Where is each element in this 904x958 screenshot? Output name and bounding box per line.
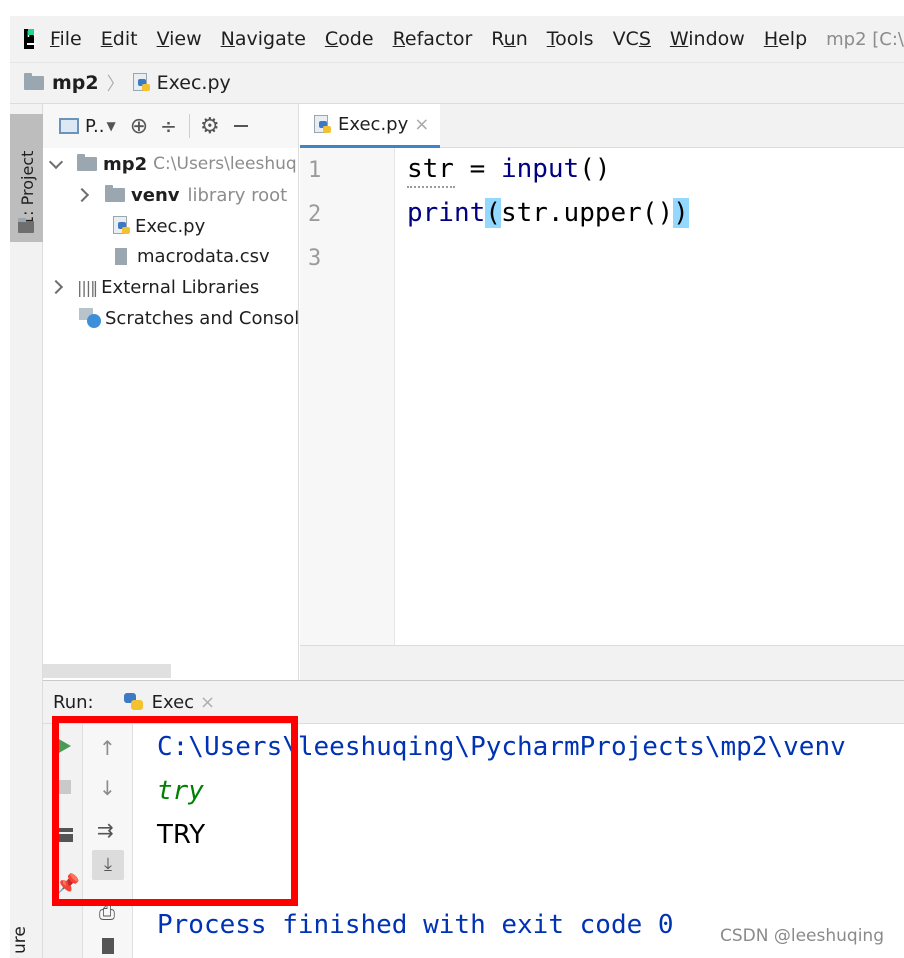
python-file-icon (314, 114, 332, 135)
tab-exec-label: Exec.py (338, 114, 409, 135)
run-label: Run: (53, 691, 94, 713)
collapse-all-icon[interactable]: ÷ (160, 114, 177, 138)
brace-match-open: ( (485, 198, 501, 228)
menu-code[interactable]: Code (325, 28, 374, 50)
folder-icon (105, 185, 125, 202)
pycharm-logo-icon: PC (24, 29, 39, 49)
tree-root-path: C:\Users\leeshuq (153, 154, 297, 174)
tree-file-exec: Exec.py (135, 215, 206, 237)
editor-tab-bar: Exec.py × (300, 104, 904, 148)
structure-tool-tab[interactable]: ure (10, 926, 30, 954)
run-config-name[interactable]: Exec (152, 692, 194, 713)
console-exit-message: Process finished with exit code 0 (157, 910, 674, 940)
chevron-right-icon[interactable] (48, 279, 64, 295)
project-horizontal-scrollbar[interactable] (43, 664, 171, 678)
close-icon[interactable]: × (200, 692, 215, 713)
line-number: 3 (308, 246, 322, 271)
tree-file-csv: macrodata.csv (137, 245, 270, 267)
tree-item-venv[interactable]: venv library root (74, 180, 288, 210)
tree-item-external-libraries[interactable]: |||‖ External Libraries (48, 272, 260, 302)
menu-help[interactable]: Help (764, 28, 807, 50)
chevron-right-icon[interactable] (74, 187, 90, 203)
menu-run[interactable]: Run (491, 28, 527, 50)
breadcrumb-project[interactable]: mp2 (52, 72, 99, 94)
python-file-icon (132, 73, 151, 93)
library-icon: |||‖ (77, 277, 98, 297)
chevron-down-icon[interactable] (48, 154, 64, 170)
watermark: CSDN @leeshuqing (720, 926, 884, 946)
tree-venv-note: library root (187, 184, 288, 206)
code-token-fn: print (407, 198, 486, 228)
tab-exec-py[interactable]: Exec.py × (300, 104, 440, 148)
text-file-icon (115, 247, 127, 265)
left-tool-strip: 1: Project (10, 104, 43, 958)
trash-icon[interactable] (102, 938, 114, 954)
project-view-select[interactable]: P.. (85, 116, 105, 137)
tree-external-libraries: External Libraries (101, 276, 260, 298)
dropdown-arrow-icon[interactable]: ▼ (107, 119, 116, 133)
tree-root-name: mp2 (103, 153, 148, 175)
close-icon[interactable]: × (414, 114, 429, 135)
window-title: mp2 [C:\ (826, 28, 904, 50)
code-line-2: print(str.upper()) (407, 198, 689, 228)
line-number: 2 (308, 202, 322, 227)
warning-squiggle (407, 184, 455, 188)
project-tab-label: 1: Project (18, 150, 37, 226)
annotation-highlight-box (52, 716, 298, 906)
brace-match-close: ) (673, 198, 689, 228)
python-icon (123, 692, 144, 712)
minimize-icon[interactable] (233, 125, 248, 127)
tree-item-csv[interactable]: macrodata.csv (115, 241, 270, 271)
menu-edit[interactable]: Edit (101, 28, 138, 50)
menu-vcs[interactable]: VCS (613, 28, 651, 50)
menu-file[interactable]: File (50, 28, 82, 50)
project-toolbar: P.. ▼ ⊕ ÷ ⚙ (43, 104, 298, 148)
tree-item-scratches[interactable]: Scratches and Consol (79, 303, 299, 333)
locate-icon[interactable]: ⊕ (130, 114, 148, 139)
project-view-icon (59, 118, 79, 134)
project-tool-tab[interactable]: 1: Project (10, 114, 43, 242)
python-file-icon (113, 216, 131, 236)
menu-tools[interactable]: Tools (547, 28, 594, 50)
code-line-1: str = input() (407, 154, 611, 184)
gear-icon[interactable]: ⚙ (200, 114, 220, 139)
menu-refactor[interactable]: Refactor (393, 28, 473, 50)
editor-bottom-bar (300, 645, 904, 680)
folder-icon (77, 154, 97, 171)
code-token-args: () (579, 154, 611, 184)
folder-icon (24, 73, 44, 90)
code-token-op: = (453, 154, 501, 184)
breadcrumb: mp2 〉 Exec.py (10, 62, 904, 104)
folder-icon (18, 218, 34, 233)
tree-venv-name: venv (131, 184, 180, 206)
tree-scratches: Scratches and Consol (105, 307, 299, 329)
scratches-icon (79, 308, 101, 328)
line-number-gutter: 1 2 3 (300, 148, 395, 645)
line-number: 1 (308, 158, 322, 183)
code-token-fn: input (500, 154, 580, 184)
breadcrumb-separator-icon: 〉 (106, 74, 125, 95)
code-token-expr: str.upper() (500, 198, 674, 228)
code-token-var: str (407, 154, 454, 184)
tree-item-root[interactable]: mp2 C:\Users\leeshuq (48, 149, 297, 179)
project-panel: P.. ▼ ⊕ ÷ ⚙ mp2 C:\Users\leeshuq venv li… (43, 104, 299, 680)
tree-item-exec[interactable]: Exec.py (113, 211, 205, 241)
menu-bar: PC File Edit View Navigate Code Refactor… (10, 16, 904, 62)
toolbar-divider (188, 114, 190, 138)
code-editor[interactable]: str = input() print(str.upper()) (395, 148, 904, 645)
menu-window[interactable]: Window (670, 28, 745, 50)
menu-view[interactable]: View (157, 28, 202, 50)
breadcrumb-file[interactable]: Exec.py (157, 72, 231, 94)
menu-navigate[interactable]: Navigate (221, 28, 306, 50)
